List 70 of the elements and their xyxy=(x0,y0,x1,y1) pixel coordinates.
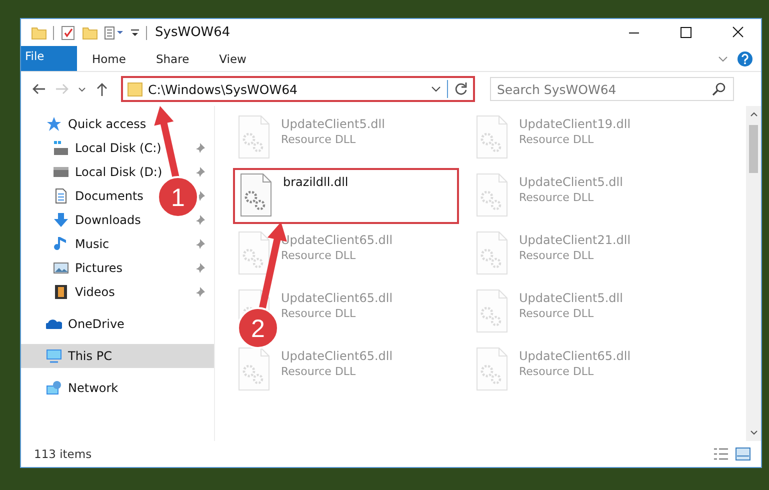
checklist-icon[interactable] xyxy=(60,24,76,40)
window-title: SysWOW64 xyxy=(155,25,230,40)
gear-file-icon xyxy=(237,347,271,391)
gear-file-icon xyxy=(237,231,271,275)
file-type: Resource DLL xyxy=(519,133,595,146)
help-icon[interactable] xyxy=(737,50,753,66)
video-icon xyxy=(53,284,69,300)
drive-icon xyxy=(53,164,69,180)
file-type: Resource DLL xyxy=(281,249,357,262)
details-view-icon[interactable] xyxy=(713,446,729,462)
document-icon xyxy=(53,188,69,204)
sidebar-item[interactable]: This PC xyxy=(21,344,214,368)
sidebar-item[interactable]: Quick access xyxy=(21,112,214,136)
file-name: UpdateClient5.dll xyxy=(519,175,623,189)
properties-icon[interactable] xyxy=(104,24,124,40)
file-type: Resource DLL xyxy=(281,133,357,146)
sidebar-item[interactable]: Downloads xyxy=(21,208,145,232)
sidebar-item[interactable]: Local Disk (C:) xyxy=(21,136,166,160)
drive-windows-icon xyxy=(53,140,69,156)
gear-file-icon xyxy=(475,289,509,333)
file-name: UpdateClient5.dll xyxy=(519,291,623,305)
file-name: UpdateClient65.dll xyxy=(519,349,631,363)
sidebar-item[interactable]: Music xyxy=(21,232,114,256)
sidebar-item[interactable]: Pictures xyxy=(21,256,127,280)
folder-icon xyxy=(127,81,143,97)
ribbon-tab[interactable]: View xyxy=(204,46,262,71)
gear-file-icon xyxy=(475,231,509,275)
gear-file-icon xyxy=(475,173,509,217)
gear-file-icon xyxy=(237,115,271,159)
file-name: UpdateClient5.dll xyxy=(281,117,385,131)
dropdown-icon[interactable] xyxy=(130,28,140,38)
step-number-badge: 1 xyxy=(157,176,199,218)
sidebar-item[interactable]: Videos xyxy=(21,280,119,304)
large-icons-view-icon[interactable] xyxy=(735,446,751,462)
sidebar-item[interactable]: Documents xyxy=(21,184,148,208)
network-icon xyxy=(46,380,62,396)
item-count: 113 items xyxy=(34,447,92,461)
scroll-thumb[interactable] xyxy=(749,125,758,173)
highlight-frame[interactable]: brazildll.dll xyxy=(233,168,459,224)
address-bar[interactable]: C:\Windows\SysWOW64 xyxy=(121,76,475,102)
file-tab[interactable]: File xyxy=(21,46,77,71)
ribbon-tab[interactable]: Share xyxy=(140,46,204,71)
refresh-icon[interactable] xyxy=(453,81,469,97)
file-name: UpdateClient65.dll xyxy=(281,233,393,247)
sidebar-item[interactable]: Network xyxy=(21,376,214,400)
monitor-icon xyxy=(46,348,62,364)
ribbon-tab[interactable]: Home xyxy=(77,46,141,71)
sidebar-item[interactable]: OneDrive xyxy=(21,312,214,336)
search-field[interactable]: Search SysWOW64 xyxy=(490,77,734,101)
file-type: Resource DLL xyxy=(519,365,595,378)
file-name: UpdateClient65.dll xyxy=(281,291,393,305)
gear-file-icon xyxy=(239,173,273,217)
download-icon xyxy=(53,212,69,228)
file-name: brazildll.dll xyxy=(283,175,348,189)
file-name: UpdateClient65.dll xyxy=(281,349,393,363)
step-number-badge: 2 xyxy=(237,307,279,349)
file-type: Resource DLL xyxy=(519,307,595,320)
file-name: UpdateClient21.dll xyxy=(519,233,631,247)
file-type: Resource DLL xyxy=(281,365,357,378)
gear-file-icon xyxy=(475,115,509,159)
address-path: C:\Windows\SysWOW64 xyxy=(148,82,298,96)
music-icon xyxy=(53,236,69,252)
file-type: Resource DLL xyxy=(281,307,357,320)
picture-icon xyxy=(53,260,69,276)
star-icon xyxy=(46,116,62,132)
file-type: Resource DLL xyxy=(519,249,595,262)
gear-file-icon xyxy=(475,347,509,391)
file-name: UpdateClient19.dll xyxy=(519,117,631,131)
scrollbar[interactable] xyxy=(746,106,761,441)
file-type: Resource DLL xyxy=(519,191,595,204)
